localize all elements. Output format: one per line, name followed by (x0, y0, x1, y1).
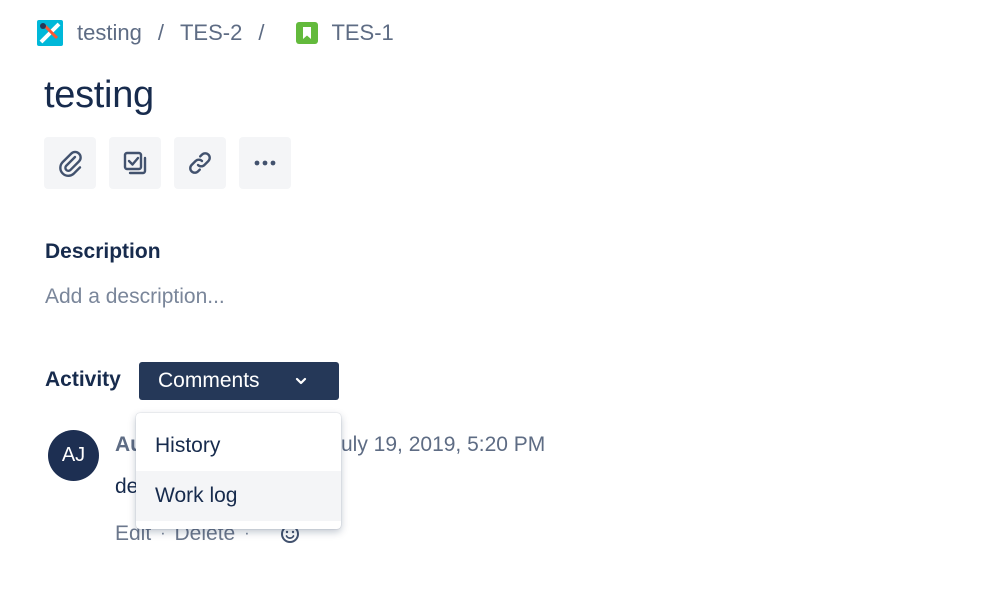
menu-item-work-log[interactable]: Work log (136, 471, 341, 521)
chevron-down-icon (295, 377, 307, 385)
activity-filter-dropdown[interactable]: Comments (139, 362, 339, 400)
issue-title[interactable]: testing (44, 74, 154, 117)
more-icon (254, 160, 276, 166)
attachment-icon (59, 150, 82, 177)
breadcrumb-project-link[interactable]: testing (77, 20, 142, 46)
avatar[interactable]: AJ (48, 430, 99, 481)
create-subtask-button[interactable] (109, 137, 161, 189)
breadcrumb-issue-key[interactable]: TES-1 (331, 20, 393, 46)
description-input[interactable]: Add a description... (45, 285, 225, 309)
link-issue-button[interactable] (174, 137, 226, 189)
issue-toolbar (44, 137, 291, 189)
breadcrumb-parent-issue-link[interactable]: TES-2 (180, 20, 242, 46)
activity-filter-menu: History Work log (136, 413, 341, 529)
project-avatar-icon[interactable] (37, 20, 63, 46)
story-icon (296, 22, 319, 44)
comment-timestamp: uly 19, 2019, 5:20 PM (341, 433, 546, 456)
menu-item-history[interactable]: History (136, 421, 341, 471)
activity-heading: Activity (45, 368, 121, 391)
link-icon (189, 152, 211, 174)
breadcrumb: testing / TES-2 / TES-1 (37, 20, 394, 46)
more-actions-button[interactable] (239, 137, 291, 189)
subtask-icon (123, 151, 147, 175)
breadcrumb-separator: / (258, 20, 265, 45)
description-heading: Description (45, 240, 161, 263)
attach-button[interactable] (44, 137, 96, 189)
breadcrumb-separator: / (157, 20, 164, 45)
comment-body: de (115, 475, 139, 498)
activity-filter-selected: Comments (158, 369, 260, 392)
